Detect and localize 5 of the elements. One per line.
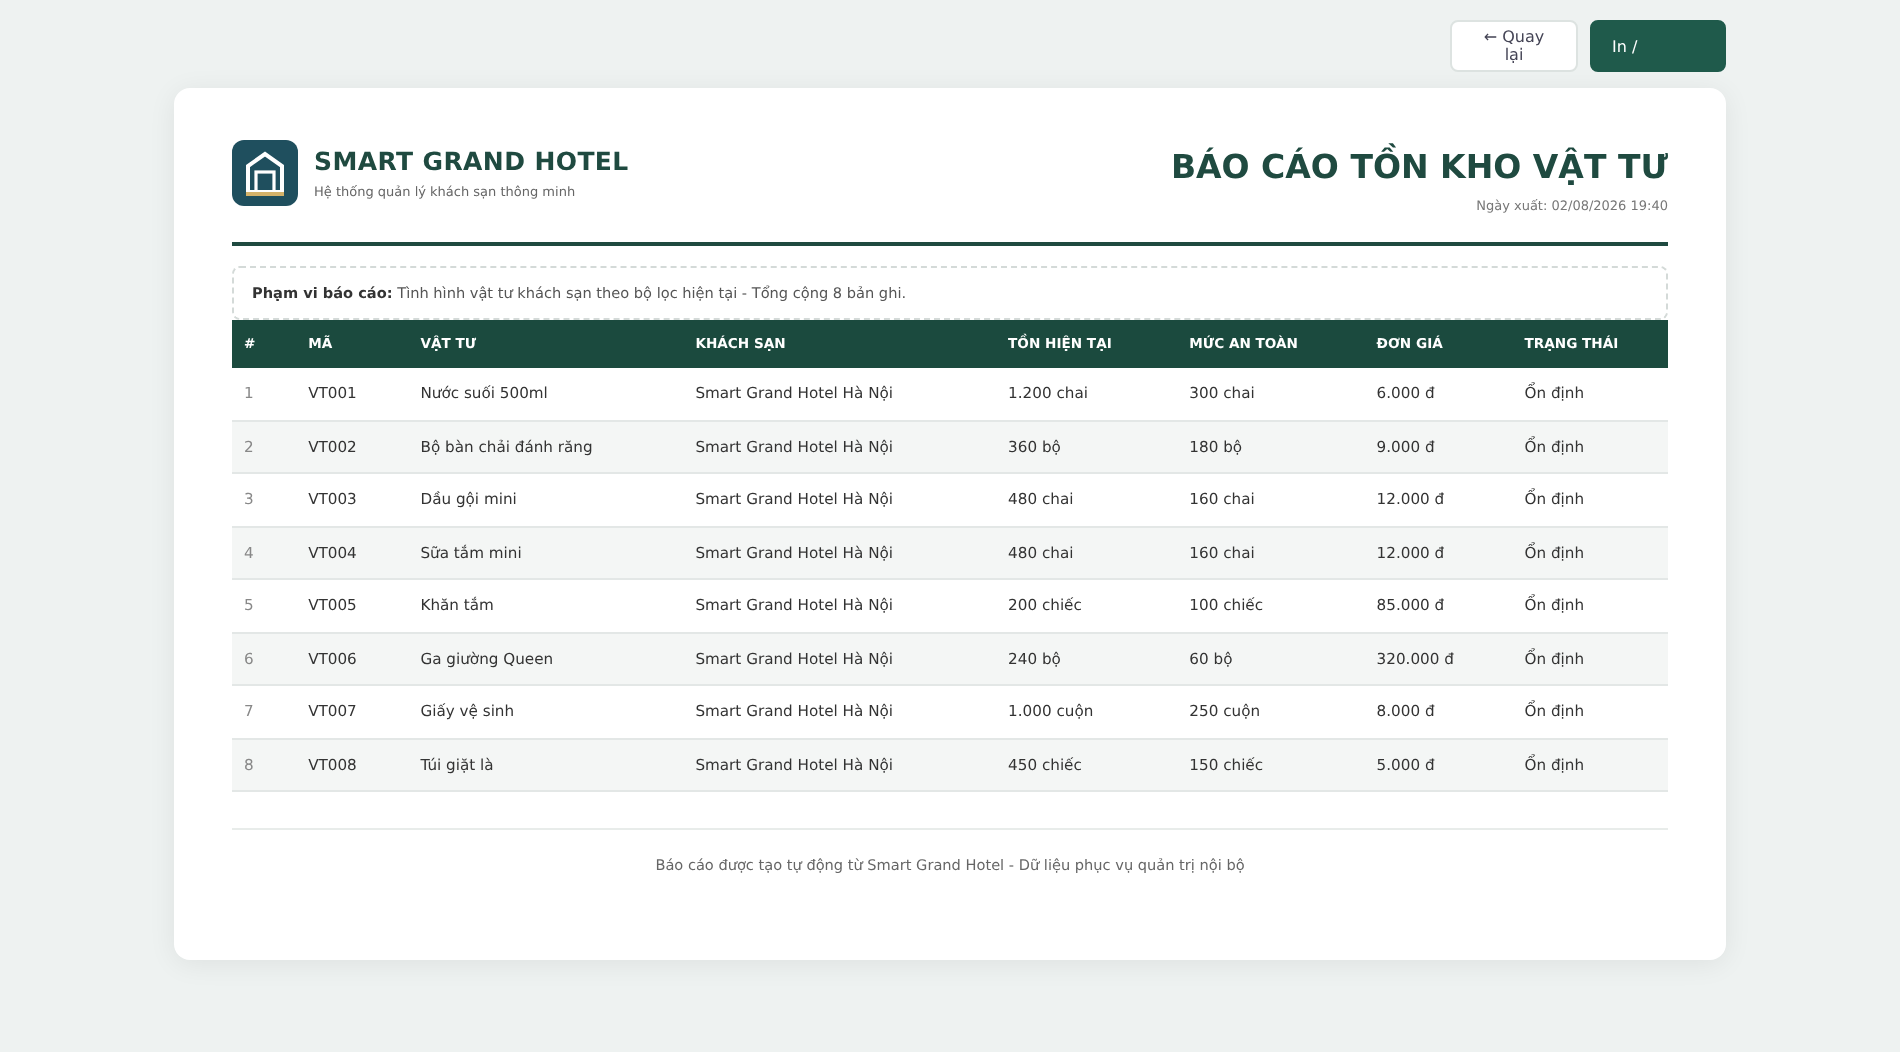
print-button[interactable]: In / <box>1590 20 1726 72</box>
brand-name: SMART GRAND HOTEL <box>314 146 629 176</box>
hotel-logo-icon <box>232 140 298 206</box>
back-button[interactable]: ← Quay lại <box>1450 20 1578 72</box>
report-title: BÁO CÁO TỒN KHO VẬT TƯ <box>1170 148 1668 186</box>
